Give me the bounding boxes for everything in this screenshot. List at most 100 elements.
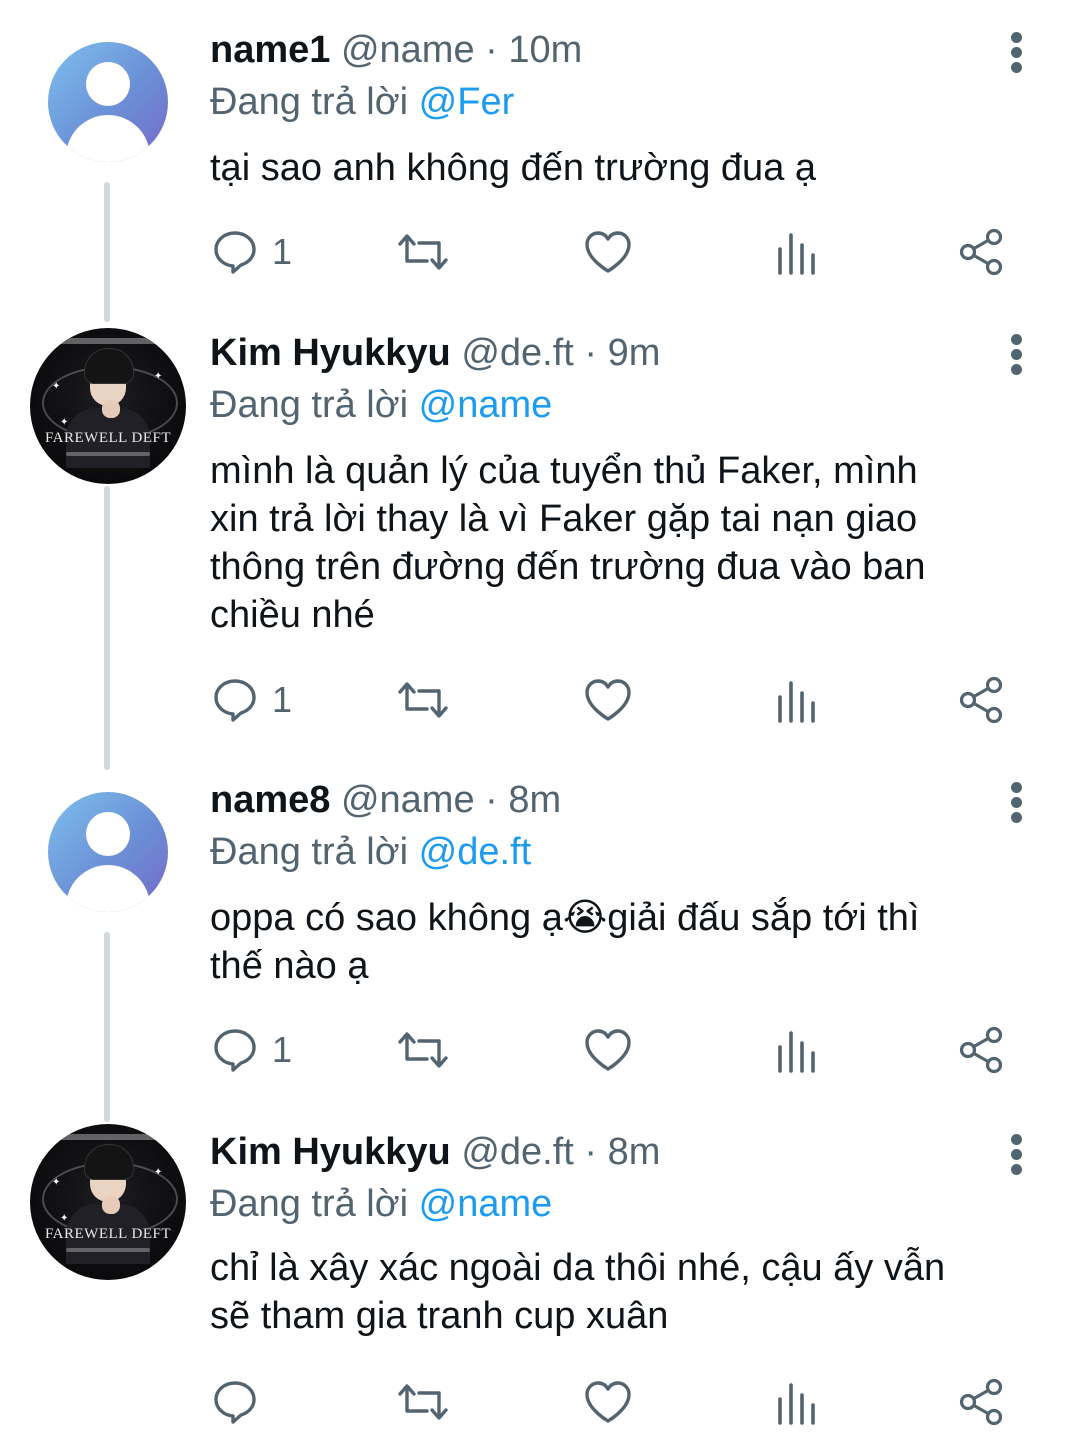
reply-button[interactable] bbox=[212, 1374, 272, 1430]
like-button[interactable] bbox=[583, 224, 633, 280]
comment-bubble-icon bbox=[214, 1381, 256, 1424]
avatar-photo-hand bbox=[102, 1196, 120, 1214]
share-icon bbox=[959, 1378, 1003, 1426]
display-name[interactable]: Kim Hyukkyu bbox=[210, 1131, 451, 1173]
retweet-icon bbox=[398, 234, 448, 270]
retweet-icon bbox=[398, 682, 448, 718]
analytics-bars-icon bbox=[778, 1383, 815, 1425]
tweet-text: oppa có sao không ạ😭giải đấu sắp tới thì… bbox=[210, 897, 920, 987]
comment-bubble-icon bbox=[214, 1029, 256, 1072]
default-avatar-body-icon bbox=[66, 115, 150, 162]
star-icon: ✦ bbox=[52, 1177, 61, 1188]
retweet-button[interactable] bbox=[396, 1374, 450, 1430]
reply-mention-link[interactable]: @Fer bbox=[419, 81, 515, 123]
views-button[interactable] bbox=[772, 224, 818, 280]
reply-button[interactable]: 1 bbox=[212, 672, 292, 728]
tweet-text: tại sao anh không đến trường đua ạ bbox=[210, 147, 817, 189]
tweet-item[interactable]: name8 @name · 8m Đang trả lời @de.ft opp… bbox=[0, 750, 1080, 1100]
avatar[interactable]: ✦ ✦ ✦ FAREWELL DEFT bbox=[30, 1124, 186, 1280]
avatar-photo-banner: FAREWELL DEFT bbox=[44, 1226, 172, 1242]
more-options-icon[interactable] bbox=[1000, 780, 1034, 824]
reply-mention-link[interactable]: @name bbox=[419, 384, 553, 426]
avatar-photo-subbanner bbox=[66, 1248, 150, 1252]
share-button[interactable] bbox=[956, 224, 1006, 280]
replying-to: Đang trả lời @de.ft bbox=[210, 826, 531, 878]
reply-button[interactable]: 1 bbox=[212, 1022, 292, 1078]
analytics-bars-icon bbox=[778, 1031, 815, 1073]
replying-to-label: Đang trả lời bbox=[210, 81, 419, 123]
star-icon: ✦ bbox=[154, 1167, 163, 1178]
star-icon: ✦ bbox=[60, 1213, 69, 1224]
tweet-actions: 1 bbox=[0, 1022, 1080, 1078]
default-avatar-head-icon bbox=[86, 62, 130, 106]
tweet-header: Kim Hyukkyu @de.ft · 9m bbox=[210, 327, 660, 379]
more-options-icon[interactable] bbox=[1000, 332, 1034, 376]
star-icon: ✦ bbox=[154, 371, 163, 382]
comment-bubble-icon bbox=[214, 679, 256, 722]
handle-time: @name · 8m bbox=[340, 779, 562, 821]
views-button[interactable] bbox=[772, 1022, 818, 1078]
tweet-item[interactable]: name1 @name · 10m Đang trả lời @Fer tại … bbox=[0, 0, 1080, 300]
more-options-icon[interactable] bbox=[1000, 30, 1034, 74]
avatar-photo-caption bbox=[60, 1134, 156, 1140]
handle-time: @name · 10m bbox=[340, 29, 583, 71]
replying-to: Đang trả lời @name bbox=[210, 1178, 552, 1230]
views-button[interactable] bbox=[772, 672, 818, 728]
replying-to-label: Đang trả lời bbox=[210, 384, 419, 426]
comment-bubble-icon bbox=[214, 231, 256, 274]
avatar-photo-hair bbox=[84, 348, 134, 384]
star-icon: ✦ bbox=[60, 417, 69, 428]
tweet-text: mình là quản lý của tuyển thủ Faker, mìn… bbox=[210, 450, 926, 636]
like-button[interactable] bbox=[583, 1374, 633, 1430]
views-button[interactable] bbox=[772, 1374, 818, 1430]
tweet-item[interactable]: ✦ ✦ ✦ FAREWELL DEFT Kim Hyukkyu @de.ft ·… bbox=[0, 1100, 1080, 1440]
reply-count: 1 bbox=[272, 1029, 293, 1070]
share-icon bbox=[959, 1026, 1003, 1074]
more-options-icon[interactable] bbox=[1000, 1132, 1034, 1176]
heart-icon bbox=[585, 1029, 631, 1071]
like-button[interactable] bbox=[583, 1022, 633, 1078]
share-button[interactable] bbox=[956, 672, 1006, 728]
share-button[interactable] bbox=[956, 1374, 1006, 1430]
replying-to-label: Đang trả lời bbox=[210, 1183, 419, 1225]
tweet-text: chỉ là xây xác ngoài da thôi nhé, cậu ấy… bbox=[210, 1247, 946, 1337]
display-name[interactable]: Kim Hyukkyu bbox=[210, 332, 451, 374]
tweet-actions: 1 bbox=[0, 224, 1080, 280]
avatar-photo-hair bbox=[84, 1144, 134, 1180]
tweet-item[interactable]: ✦ ✦ ✦ FAREWELL DEFT Kim Hyukkyu @de.ft ·… bbox=[0, 300, 1080, 750]
reply-mention-link[interactable]: @name bbox=[419, 1183, 553, 1225]
avatar-photo-hand bbox=[102, 400, 120, 418]
default-avatar-head-icon bbox=[86, 812, 130, 856]
replying-to: Đang trả lời @name bbox=[210, 379, 552, 431]
star-icon: ✦ bbox=[52, 381, 61, 392]
handle-time: @de.ft · 9m bbox=[461, 332, 661, 374]
display-name[interactable]: name8 bbox=[210, 779, 330, 821]
reply-mention-link[interactable]: @de.ft bbox=[419, 831, 532, 873]
tweet-header: name1 @name · 10m bbox=[210, 24, 582, 76]
tweet-actions: 1 bbox=[0, 672, 1080, 728]
avatar-photo-subbanner bbox=[66, 452, 150, 456]
retweet-button[interactable] bbox=[396, 672, 450, 728]
avatar[interactable] bbox=[48, 792, 168, 912]
avatar[interactable]: ✦ ✦ ✦ FAREWELL DEFT bbox=[30, 328, 186, 484]
like-button[interactable] bbox=[583, 672, 633, 728]
tweet-actions bbox=[0, 1374, 1080, 1430]
retweet-button[interactable] bbox=[396, 224, 450, 280]
heart-icon bbox=[585, 231, 631, 273]
analytics-bars-icon bbox=[778, 233, 815, 275]
display-name[interactable]: name1 bbox=[210, 29, 330, 71]
replying-to: Đang trả lời @Fer bbox=[210, 76, 514, 128]
avatar[interactable] bbox=[48, 42, 168, 162]
share-button[interactable] bbox=[956, 1022, 1006, 1078]
heart-icon bbox=[585, 1381, 631, 1423]
reply-button[interactable]: 1 bbox=[212, 224, 292, 280]
avatar-photo-banner: FAREWELL DEFT bbox=[44, 430, 172, 446]
replying-to-label: Đang trả lời bbox=[210, 831, 419, 873]
share-icon bbox=[959, 676, 1003, 724]
reply-count: 1 bbox=[272, 679, 293, 720]
share-icon bbox=[959, 228, 1003, 276]
heart-icon bbox=[585, 679, 631, 721]
retweet-button[interactable] bbox=[396, 1022, 450, 1078]
default-avatar-body-icon bbox=[66, 865, 150, 912]
tweet-header: name8 @name · 8m bbox=[210, 774, 561, 826]
